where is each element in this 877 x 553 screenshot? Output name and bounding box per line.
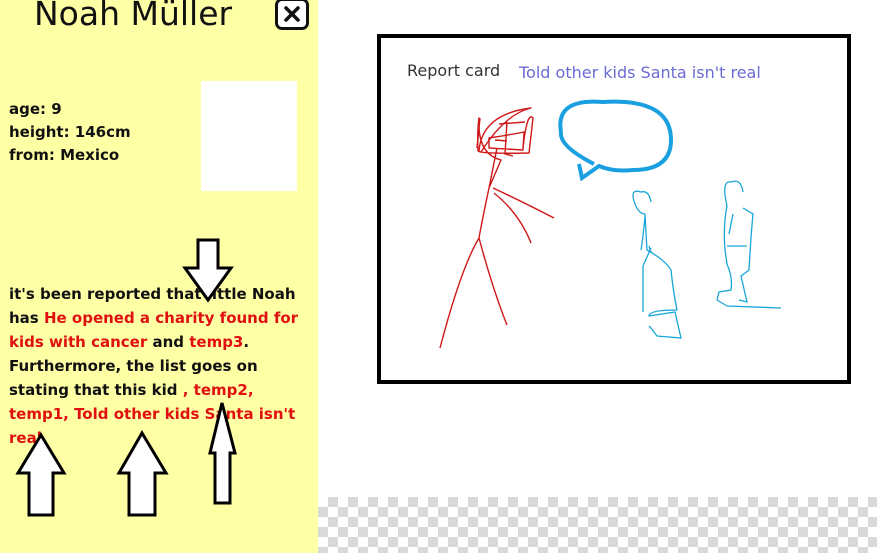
profile-panel: Noah Müller age: 9 height: 146cm from: M… [0,0,318,553]
kid-origin: from: Mexico [9,146,120,164]
santa-figure [439,107,555,349]
kid-figure [716,180,782,309]
placeholder-deed: temp3 [189,333,244,351]
close-button[interactable] [275,0,309,30]
close-icon [284,6,300,22]
kid-stats: age: 9 height: 146cm from: Mexico [9,98,131,167]
report-and: and [147,333,190,351]
kid-photo [201,81,297,191]
speech-bubble [558,99,674,182]
kid-height: height: 146cm [9,123,131,141]
report-card-drawing [439,99,782,349]
report-text: it's been reported that little Noah has … [9,282,301,450]
kid-name: Noah Müller [34,0,233,33]
report-card: Report card Told other kids Santa isn't … [377,34,851,384]
kid-age: age: 9 [9,100,62,118]
report-card-title: Report card [407,61,501,80]
kid-figure [632,190,682,339]
transparency-backdrop [318,497,877,553]
report-card-note: Told other kids Santa isn't real [519,63,761,82]
